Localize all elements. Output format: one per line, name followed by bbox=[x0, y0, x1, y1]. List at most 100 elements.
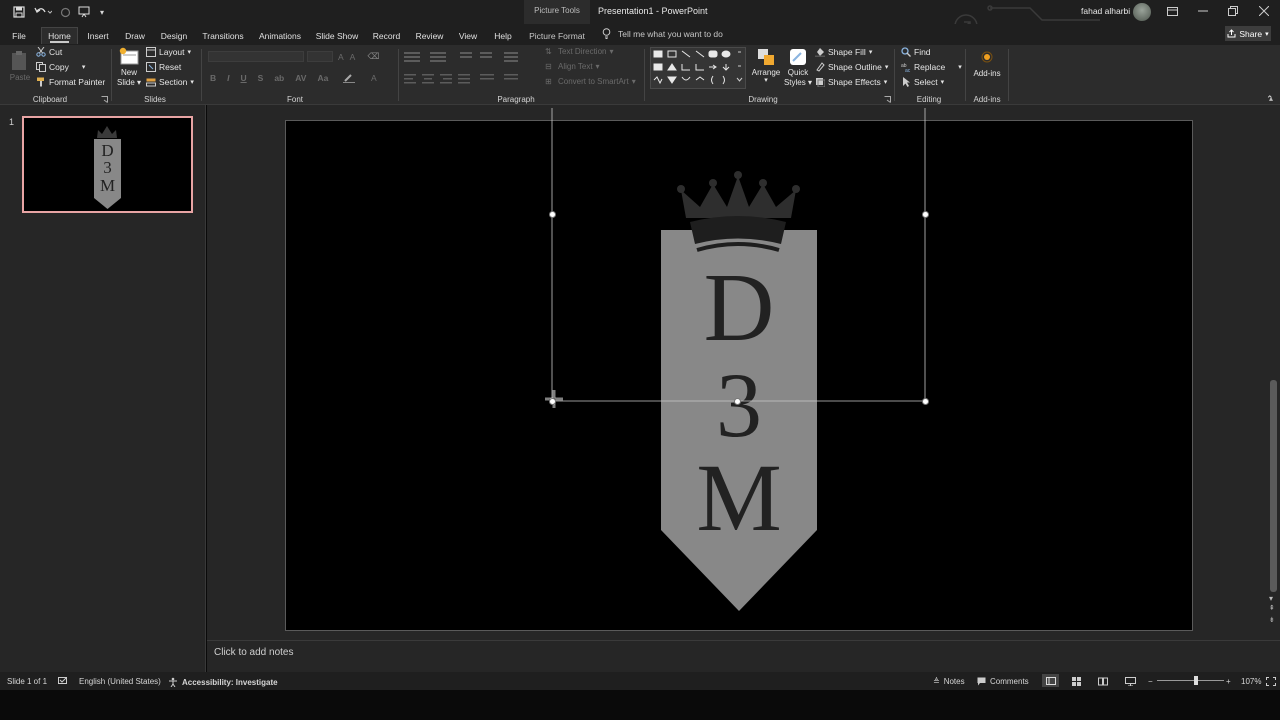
cut-button[interactable]: Cut bbox=[36, 47, 62, 57]
redo-icon[interactable] bbox=[58, 3, 72, 21]
convert-smartart-button[interactable]: ⊞ Convert to SmartArt ▾ bbox=[545, 77, 636, 86]
tab-home[interactable]: Home bbox=[41, 27, 78, 44]
font-color-buttons[interactable]: A bbox=[343, 73, 377, 83]
tab-animations[interactable]: Animations bbox=[256, 27, 304, 44]
resize-handle-bottom-middle[interactable] bbox=[734, 398, 741, 405]
new-slide-icon bbox=[119, 47, 139, 65]
accessibility-status[interactable]: Accessibility: Investigate bbox=[168, 677, 278, 687]
reset-button[interactable]: Reset bbox=[146, 62, 181, 72]
section-button[interactable]: Section ▾ bbox=[146, 77, 194, 87]
normal-view-icon[interactable] bbox=[1042, 674, 1059, 687]
notes-placeholder: Click to add notes bbox=[214, 647, 294, 658]
start-slideshow-icon[interactable] bbox=[76, 3, 92, 21]
font-size-box[interactable] bbox=[307, 51, 333, 62]
fit-to-window-icon[interactable] bbox=[1266, 677, 1276, 686]
zoom-in-icon[interactable]: + bbox=[1226, 677, 1231, 686]
scroll-up-icon[interactable]: ▴ bbox=[1269, 94, 1273, 103]
previous-slide-icon[interactable]: ⇞ bbox=[1269, 605, 1275, 612]
drawing-launcher-icon[interactable] bbox=[884, 96, 891, 103]
slide-count: Slide 1 of 1 bbox=[7, 677, 48, 686]
font-size-buttons[interactable]: A A ⌫ bbox=[338, 51, 379, 62]
paste-button[interactable]: Paste bbox=[9, 49, 31, 82]
customize-qat-icon[interactable]: ▾ bbox=[96, 3, 108, 21]
tab-draw[interactable]: Draw bbox=[121, 27, 149, 44]
slide-sorter-icon[interactable] bbox=[1072, 677, 1082, 686]
reading-view-icon[interactable] bbox=[1098, 677, 1108, 686]
comments-toggle[interactable]: Comments bbox=[977, 677, 1029, 686]
add-ins-button[interactable]: Add-ins bbox=[970, 51, 1004, 78]
font-format-buttons[interactable]: B I U Sab AV Aa bbox=[210, 73, 328, 83]
resize-handle-bottom-right[interactable] bbox=[922, 398, 929, 405]
arrange-icon bbox=[758, 49, 774, 65]
arrange-button[interactable]: Arrange ▾ bbox=[752, 47, 780, 84]
editing-group-label: Editing bbox=[916, 95, 942, 104]
tab-transitions[interactable]: Transitions bbox=[200, 27, 246, 44]
tab-review[interactable]: Review bbox=[413, 27, 446, 44]
share-button[interactable]: Share ▾ bbox=[1225, 26, 1271, 41]
notes-toggle[interactable]: ≜ Notes bbox=[933, 677, 965, 686]
resize-handle-bottom-left[interactable] bbox=[549, 398, 556, 405]
ribbon-display-options-icon[interactable] bbox=[1161, 2, 1183, 20]
vertical-scrollbar-thumb[interactable] bbox=[1270, 380, 1277, 592]
shape-outline-button[interactable]: Shape Outline ▾ bbox=[815, 62, 888, 72]
slideshow-view-icon[interactable] bbox=[1125, 677, 1136, 686]
replace-button[interactable]: ab ac Replace ▾ bbox=[901, 62, 962, 72]
notes-pane[interactable] bbox=[207, 640, 1280, 672]
tell-me-search[interactable]: Tell me what you want to do bbox=[602, 28, 723, 39]
new-slide-button[interactable]: New Slide ▾ bbox=[117, 47, 141, 87]
copy-button[interactable]: Copy ▾ bbox=[36, 62, 85, 72]
find-button[interactable]: Find bbox=[901, 47, 931, 57]
language[interactable]: English (United States) bbox=[79, 677, 161, 686]
user-name[interactable]: fahad alharbi bbox=[1081, 6, 1130, 16]
layout-button[interactable]: Layout ▾ bbox=[146, 47, 191, 57]
align-buttons-icon[interactable] bbox=[404, 73, 534, 85]
drawing-group-label: Drawing bbox=[748, 95, 778, 104]
tab-view[interactable]: View bbox=[455, 27, 481, 44]
font-name-box[interactable] bbox=[208, 51, 304, 62]
add-ins-icon bbox=[981, 51, 993, 63]
text-direction-button[interactable]: ⇅ Text Direction ▾ bbox=[545, 47, 613, 56]
resize-handle-top-left[interactable] bbox=[549, 211, 556, 218]
minimize-icon[interactable] bbox=[1192, 2, 1214, 20]
tab-file[interactable]: File bbox=[6, 27, 32, 44]
format-painter-button[interactable]: Format Painter bbox=[36, 77, 105, 87]
spell-check-icon[interactable] bbox=[58, 677, 68, 686]
restore-icon[interactable] bbox=[1222, 2, 1244, 20]
tab-record[interactable]: Record bbox=[370, 27, 403, 44]
tab-help[interactable]: Help bbox=[491, 27, 515, 44]
slide-canvas[interactable] bbox=[285, 120, 1193, 631]
svg-text:ac: ac bbox=[905, 68, 911, 72]
zoom-slider-thumb[interactable] bbox=[1193, 676, 1198, 685]
clipboard-launcher-icon[interactable] bbox=[101, 96, 108, 103]
section-icon bbox=[146, 78, 156, 87]
shape-effects-button[interactable]: Shape Effects ▾ bbox=[815, 77, 887, 87]
tab-slide-show[interactable]: Slide Show bbox=[314, 27, 360, 44]
close-icon[interactable] bbox=[1253, 2, 1275, 20]
resize-handle-top-right[interactable] bbox=[922, 211, 929, 218]
save-icon[interactable] bbox=[11, 3, 27, 21]
copy-icon bbox=[36, 62, 46, 72]
slide-thumbnail[interactable]: D 3 M bbox=[22, 116, 193, 213]
paint-bucket-icon bbox=[815, 48, 825, 57]
shape-fill-button[interactable]: Shape Fill ▾ bbox=[815, 47, 872, 57]
highlight-icon bbox=[343, 74, 355, 83]
zoom-out-icon[interactable]: − bbox=[1148, 677, 1153, 686]
zoom-slider[interactable] bbox=[1157, 680, 1224, 681]
user-avatar[interactable] bbox=[1133, 3, 1151, 21]
tab-picture-format[interactable]: Picture Format bbox=[526, 27, 588, 44]
cursor-icon bbox=[903, 77, 910, 87]
next-slide-icon[interactable]: ⇟ bbox=[1269, 617, 1275, 624]
list-buttons-icon[interactable] bbox=[404, 51, 534, 63]
share-icon bbox=[1227, 29, 1236, 38]
scroll-down-icon[interactable]: ▾ bbox=[1269, 594, 1273, 603]
select-button[interactable]: Select ▾ bbox=[901, 77, 944, 87]
search-icon bbox=[901, 47, 911, 57]
quick-styles-button[interactable]: Quick Styles ▾ bbox=[783, 47, 813, 87]
zoom-level[interactable]: 107% bbox=[1241, 677, 1261, 686]
tab-design[interactable]: Design bbox=[158, 27, 190, 44]
undo-icon[interactable] bbox=[32, 3, 54, 21]
tab-insert[interactable]: Insert bbox=[84, 27, 112, 44]
shapes-icon bbox=[653, 50, 743, 85]
align-text-button[interactable]: ⊟ Align Text ▾ bbox=[545, 62, 600, 71]
shapes-gallery[interactable] bbox=[650, 47, 746, 89]
